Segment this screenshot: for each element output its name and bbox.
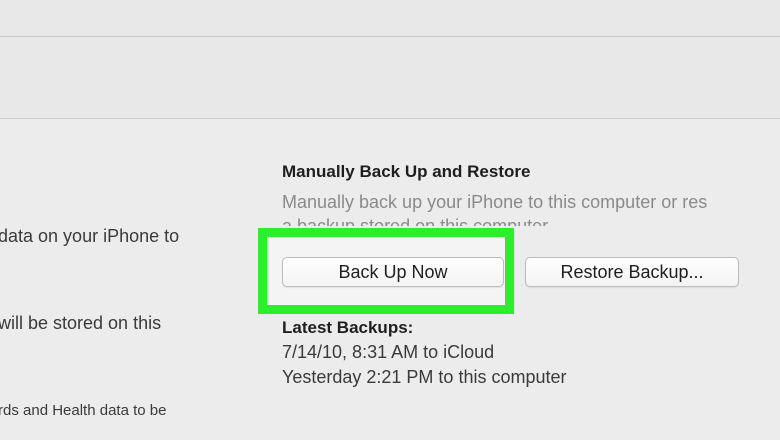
left-description-line-1: data on your iPhone to	[0, 226, 180, 246]
latest-backup-entry: 7/14/10, 8:31 AM to iCloud	[282, 342, 495, 362]
latest-backups-title: Latest Backups:	[282, 318, 414, 337]
top-panel	[0, 0, 780, 118]
left-description-line-2: will be stored on this	[0, 313, 162, 333]
manual-backup-description-line-2: a backup stored on this computer.	[282, 216, 553, 226]
back-up-now-button[interactable]: Back Up Now	[282, 257, 504, 287]
left-description-line-3: rds and Health data to be	[0, 402, 167, 419]
restore-backup-button[interactable]: Restore Backup...	[525, 257, 739, 287]
latest-backup-entry: Yesterday 2:21 PM to this computer	[282, 367, 567, 387]
top-divider	[0, 36, 780, 37]
manual-backup-title: Manually Back Up and Restore	[282, 162, 531, 181]
manual-backup-description-line-1: Manually back up your iPhone to this com…	[282, 192, 708, 212]
